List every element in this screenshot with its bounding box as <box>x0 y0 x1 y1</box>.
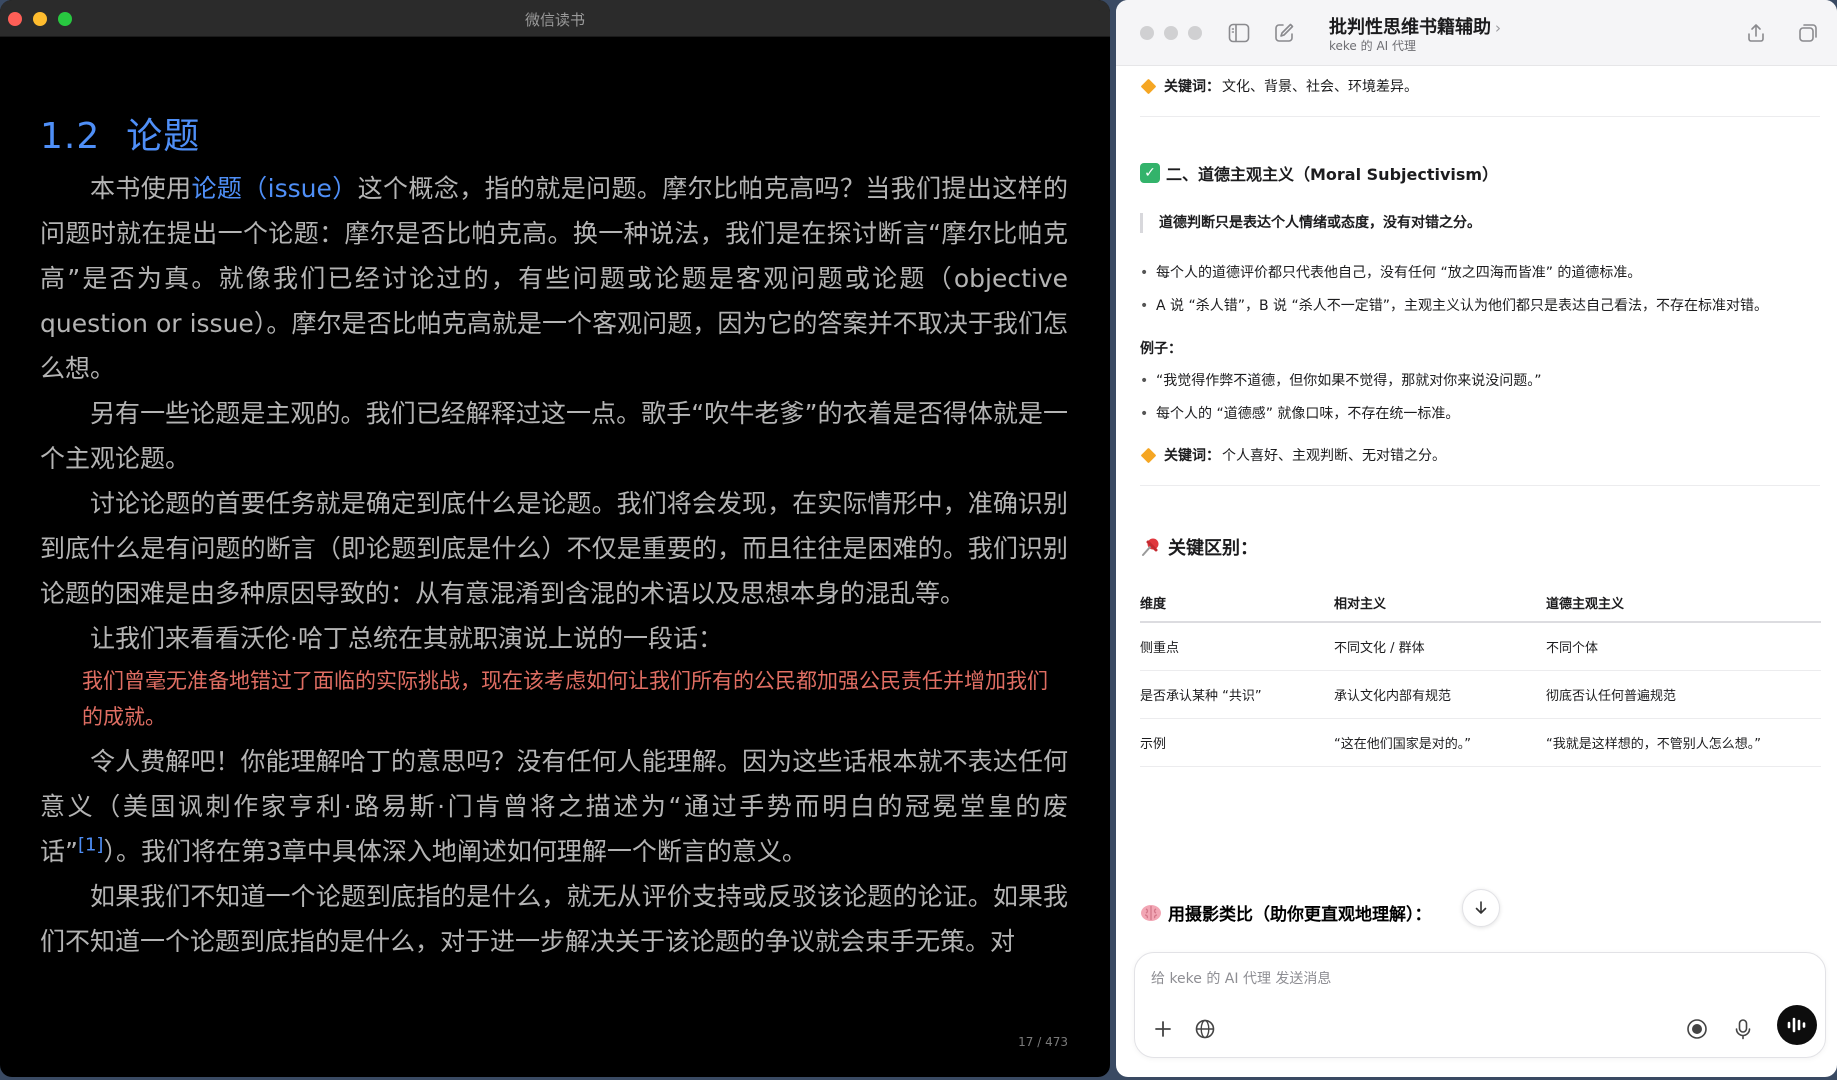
orange-diamond-icon <box>1140 447 1157 463</box>
table-row: 侧重点 不同文化 / 群体 不同个体 <box>1140 622 1821 671</box>
keywords-label: 关键词： <box>1164 79 1220 95</box>
analogy-title: 用摄影类比（助你更直观地理解）： <box>1168 905 1432 925</box>
reader-window: 微信读书 1.2 论题 本书使用论题（issue）这个概念，指的就是问题。摩尔比帕… <box>0 0 1110 1077</box>
table-header-row: 维度 相对主义 道德主观主义 <box>1140 584 1821 623</box>
paragraph-6: 如果我们不知道一个论题到底指的是什么，就无从评价支持或反驳该论题的论证。如果我们… <box>40 882 1068 956</box>
table-cell: 是否承认某种 “共识” <box>1140 670 1334 719</box>
paragraph-4: 让我们来看看沃伦·哈丁总统在其就职演说上说的一段话： <box>90 624 723 653</box>
message-input[interactable] <box>1151 971 1651 987</box>
key-differences-title: 关键区别： <box>1168 538 1258 559</box>
paragraph-1-text-a: 本书使用 <box>90 174 192 203</box>
table-cell: 示例 <box>1140 718 1334 767</box>
close-window-button[interactable] <box>1140 26 1154 40</box>
arrow-down-icon <box>1475 901 1487 914</box>
share-icon[interactable] <box>1743 20 1769 46</box>
issue-term-link[interactable]: 论题（issue） <box>192 174 358 203</box>
chevron-right-icon: › <box>1495 19 1501 37</box>
table-cell: 侧重点 <box>1140 622 1334 671</box>
plus-icon[interactable] <box>1149 1015 1177 1043</box>
maximize-window-button[interactable] <box>1188 26 1202 40</box>
photography-analogy-heading: 用摄影类比（助你更直观地理解）： <box>1140 900 1432 925</box>
keywords-label: 关键词： <box>1164 448 1220 464</box>
reader-window-title: 微信读书 <box>524 11 585 29</box>
divider <box>1140 485 1820 486</box>
check-mark-icon: ✓ <box>1140 163 1160 183</box>
table-cell: 彻底否认任何普遍规范 <box>1546 670 1821 719</box>
section-heading-moral-subjectivism: ✓ 二、道德主观主义（Moral Subjectivism） <box>1140 161 1820 185</box>
chat-title-text: 批判性思维书籍辅助 <box>1329 17 1491 38</box>
chat-title[interactable]: 批判性思维书籍辅助 › <box>1329 13 1501 39</box>
chapter-heading: 1.2 论题 <box>40 119 1068 155</box>
keywords-line-2: 关键词： 个人喜好、主观判断、无对错之分。 <box>1140 445 1820 465</box>
paragraph-2: 另有一些论题是主观的。我们已经解释过这一点。歌手“吹牛老爹”的衣着是否得体就是一… <box>40 399 1068 473</box>
chat-toolbar: 批判性思维书籍辅助 › keke 的 AI 代理 <box>1116 0 1837 66</box>
keywords-line-1: 关键词： 文化、背景、社会、环境差异。 <box>1140 76 1820 96</box>
differences-table: 维度 相对主义 道德主观主义 侧重点 不同文化 / 群体 不同个体 是否承认某种… <box>1140 584 1821 767</box>
waveform-icon <box>1787 1017 1806 1033</box>
chat-window: 批判性思维书籍辅助 › keke 的 AI 代理 关键词： 文化、背景、社会、环境差… <box>1116 0 1837 1077</box>
minimize-window-button[interactable] <box>1164 26 1178 40</box>
divider <box>1140 116 1820 117</box>
table-row: 是否承认某种 “共识” 承认文化内部有规范 彻底否认任何普遍规范 <box>1140 670 1821 719</box>
example-label: 例子： <box>1140 341 1182 357</box>
column-header: 道德主观主义 <box>1546 584 1821 623</box>
table-cell: 不同文化 / 群体 <box>1334 622 1546 671</box>
chapter-number: 1.2 <box>40 116 101 157</box>
column-header: 维度 <box>1140 584 1334 623</box>
list-item: 每个人的 “道德感” 就像口味，不存在统一标准。 <box>1140 404 1820 424</box>
table-cell: “这在他们国家是对的。” <box>1334 718 1546 767</box>
globe-icon[interactable] <box>1191 1015 1219 1043</box>
chat-subtitle: keke 的 AI 代理 <box>1329 39 1417 53</box>
table-cell: “我就是这样想的，不管别人怎么想。” <box>1546 718 1821 767</box>
list-item: 每个人的道德评价都只代表他自己，没有任何 “放之四海而皆准” 的道德标准。 <box>1140 263 1820 283</box>
pushpin-icon <box>1142 538 1159 556</box>
paragraph-1-text-b: 这个概念，指的就是问题。摩尔比帕克高吗？当我们提出这样的问题时就在提出一个论题：… <box>40 174 1068 383</box>
paragraph-1: 本书使用论题（issue）这个概念，指的就是问题。摩尔比帕克高吗？当我们提出这样… <box>40 166 1068 391</box>
chapter-title: 论题 <box>126 116 201 157</box>
definition-quote: 道德判断只是表达个人情绪或态度，没有对错之分。 <box>1140 213 1820 233</box>
section-heading-text: 二、道德主观主义（Moral Subjectivism） <box>1166 165 1499 184</box>
table-cell: 承认文化内部有规范 <box>1334 670 1546 719</box>
scroll-to-bottom-button[interactable] <box>1462 889 1500 927</box>
orange-diamond-icon <box>1140 78 1157 94</box>
keywords-text: 文化、背景、社会、环境差异。 <box>1222 79 1418 95</box>
record-icon[interactable] <box>1683 1015 1711 1043</box>
voice-mode-button[interactable] <box>1777 1005 1817 1045</box>
brain-icon <box>1141 904 1161 921</box>
list-item: “我觉得作弊不道德，但你如果不觉得，那就对你来说没问题。” <box>1140 371 1820 391</box>
key-differences-heading: 关键区别： <box>1140 534 1820 560</box>
paragraph-5-text-b: ）。我们将在第3章中具体深入地阐述如何理解一个断言的意义。 <box>103 837 807 866</box>
compose-icon[interactable] <box>1271 20 1297 46</box>
table-cell: 不同个体 <box>1546 622 1821 671</box>
paragraph-5: 令人费解吧！你能理解哈丁的意思吗？没有任何人能理解。因为这些话根本就不表达任何意… <box>40 739 1068 874</box>
new-window-icon[interactable] <box>1795 20 1821 46</box>
footnote-link[interactable]: [1] <box>78 835 104 856</box>
table-row: 示例 “这在他们国家是对的。” “我就是这样想的，不管别人怎么想。” <box>1140 718 1821 767</box>
list-item: A 说 “杀人错”，B 说 “杀人不一定错”，主观主义认为他们都只是表达自己看法… <box>1140 296 1820 316</box>
microphone-icon[interactable] <box>1729 1015 1757 1043</box>
keywords-text: 个人喜好、主观判断、无对错之分。 <box>1222 448 1446 464</box>
harding-quote: 我们曾毫无准备地错过了面临的实际挑战，现在该考虑如何让我们所有的公民都加强公民责… <box>82 669 1048 729</box>
message-composer <box>1134 952 1826 1058</box>
page-indicator: 17 / 473 <box>1018 1035 1068 1049</box>
sidebar-toggle-icon[interactable] <box>1226 20 1252 46</box>
paragraph-3: 讨论论题的首要任务就是确定到底什么是论题。我们将会发现，在实际情形中，准确识别到… <box>40 489 1068 608</box>
column-header: 相对主义 <box>1334 584 1546 623</box>
reader-page-content: 1.2 论题 本书使用论题（issue）这个概念，指的就是问题。摩尔比帕克高吗？当… <box>40 37 1068 964</box>
chat-message-content: 关键词： 文化、背景、社会、环境差异。 ✓ 二、道德主观主义（Moral Subj… <box>1140 66 1821 767</box>
reader-titlebar: 微信读书 <box>0 0 1110 37</box>
